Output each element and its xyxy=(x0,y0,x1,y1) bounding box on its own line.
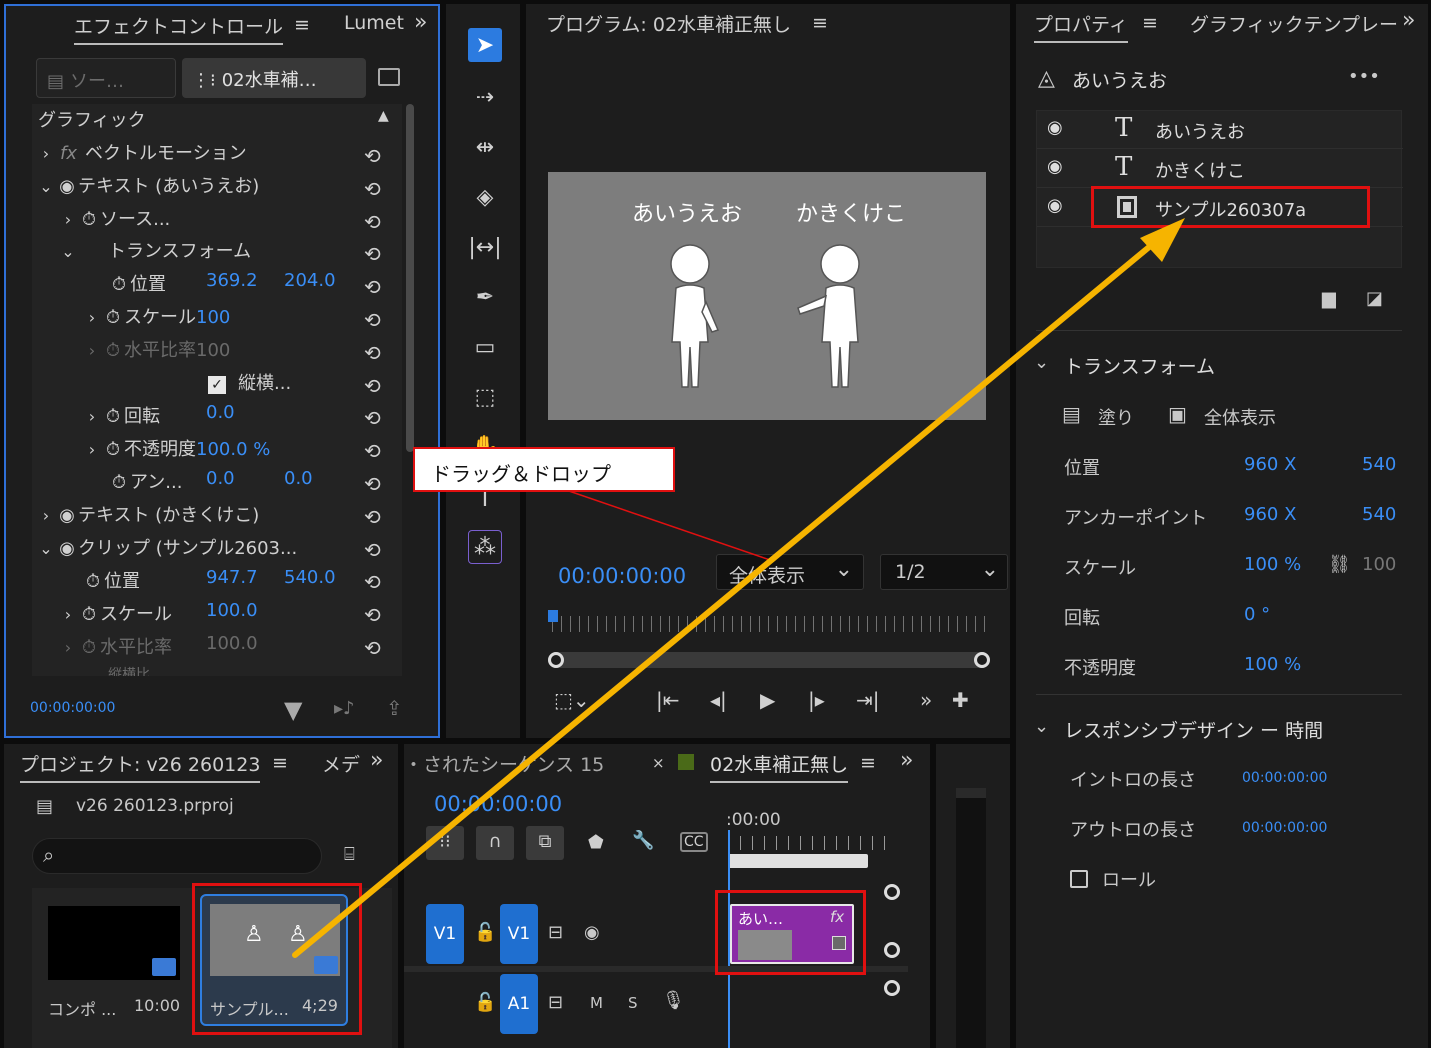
callout-text: ドラッグ＆ドロップ xyxy=(431,462,611,486)
annotation-overlay xyxy=(292,218,1185,958)
drag-drop-callout: ドラッグ＆ドロップ xyxy=(413,447,675,492)
